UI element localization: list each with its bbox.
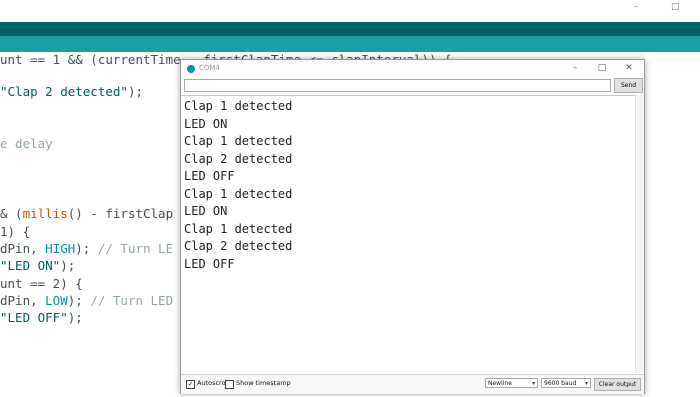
code-line: dPin, LOW); // Turn LED	[0, 293, 173, 308]
baud-rate-select[interactable]: 9600 baud ▾	[541, 378, 591, 388]
serial-input-field[interactable]	[184, 79, 611, 92]
line-ending-value: Newline	[488, 380, 512, 387]
close-button[interactable]: ✕	[618, 61, 640, 76]
clear-output-button[interactable]: Clear output	[594, 378, 641, 391]
code-token: );	[75, 241, 98, 256]
serial-output-line: Clap 1 detected	[184, 221, 293, 236]
code-line: 1) {	[0, 224, 30, 239]
serial-output-line: LED ON	[184, 204, 228, 218]
code-line: "LED ON");	[0, 258, 75, 273]
serial-monitor-footer: ✓ Autoscroll Show timestamp Newline ▾ 96…	[181, 374, 644, 394]
send-button[interactable]: Send	[614, 78, 643, 93]
code-token: HIGH	[45, 241, 76, 256]
code-line: "Clap 2 detected");	[0, 84, 143, 99]
code-token: "Clap 2 detected"	[0, 84, 128, 99]
code-token: dPin,	[0, 293, 46, 308]
autoscroll-checkbox[interactable]: ✓	[186, 380, 195, 389]
code-token: millis	[22, 206, 68, 221]
serial-output-line: Clap 1 detected	[184, 186, 293, 201]
code-token: 1) {	[0, 224, 31, 239]
serial-output-line: Clap 2 detected	[184, 151, 293, 166]
code-token: & (	[0, 206, 23, 221]
serial-output-line: Clap 2 detected	[184, 239, 293, 253]
baud-rate-value: 9600 baud	[544, 380, 577, 387]
serial-output-line: Clap 1 detected	[184, 134, 293, 148]
show-timestamp-checkbox[interactable]	[225, 380, 234, 389]
code-line: unt == 2) {	[0, 276, 83, 291]
code-token: "LED OFF"	[0, 310, 68, 325]
output-scrollbar[interactable]	[635, 95, 644, 373]
minimize-button[interactable]: –	[564, 61, 586, 76]
ide-window-titlebar: – □	[0, 0, 700, 22]
serial-monitor-titlebar: COM4 – □ ✕	[181, 60, 644, 78]
code-line: & (millis() - firstClap	[0, 206, 173, 221]
line-ending-select[interactable]: Newline ▾	[485, 378, 538, 388]
code-token: dPin,	[0, 241, 46, 256]
show-timestamp-label: Show timestamp	[236, 379, 291, 387]
code-token: e delay	[0, 136, 53, 151]
chevron-down-icon: ▾	[531, 380, 535, 387]
serial-output-line: LED OFF	[184, 256, 235, 271]
serial-output-line: LED ON	[184, 116, 228, 131]
code-token: );	[60, 258, 76, 273]
ide-tab-bar	[0, 36, 700, 52]
code-token: // Turn LE	[97, 241, 174, 256]
code-token: "LED ON"	[0, 258, 61, 273]
code-token: );	[67, 293, 91, 308]
ide-toolbar	[0, 22, 700, 36]
serial-output-area[interactable]: Clap 1 detected LED ON Clap 1 detected Clap…	[181, 95, 636, 374]
code-token: );	[127, 84, 143, 99]
code-token: // Turn LED	[90, 293, 174, 308]
arduino-app-icon	[187, 65, 195, 73]
code-line: e delay	[0, 136, 53, 151]
ide-maximize-button[interactable]: □	[671, 2, 680, 12]
code-line: "LED OFF");	[0, 310, 83, 325]
chevron-down-icon: ▾	[584, 380, 588, 387]
ide-minimize-button[interactable]: –	[634, 2, 639, 12]
serial-output-line: LED OFF	[184, 169, 235, 183]
serial-monitor-title: COM4	[199, 64, 220, 72]
code-token: );	[67, 310, 83, 325]
send-row: Send	[181, 78, 644, 94]
serial-monitor-window: COM4 – □ ✕ Send Clap 1 detected LED ON Cla…	[180, 59, 645, 394]
code-line: dPin, HIGH); // Turn LE	[0, 241, 173, 256]
maximize-button[interactable]: □	[591, 61, 613, 76]
code-token: LOW	[45, 293, 68, 308]
code-token: () - firstClap	[67, 206, 174, 221]
serial-output-line: Clap 1 detected	[184, 99, 293, 113]
code-token: unt == 2) {	[0, 276, 83, 291]
